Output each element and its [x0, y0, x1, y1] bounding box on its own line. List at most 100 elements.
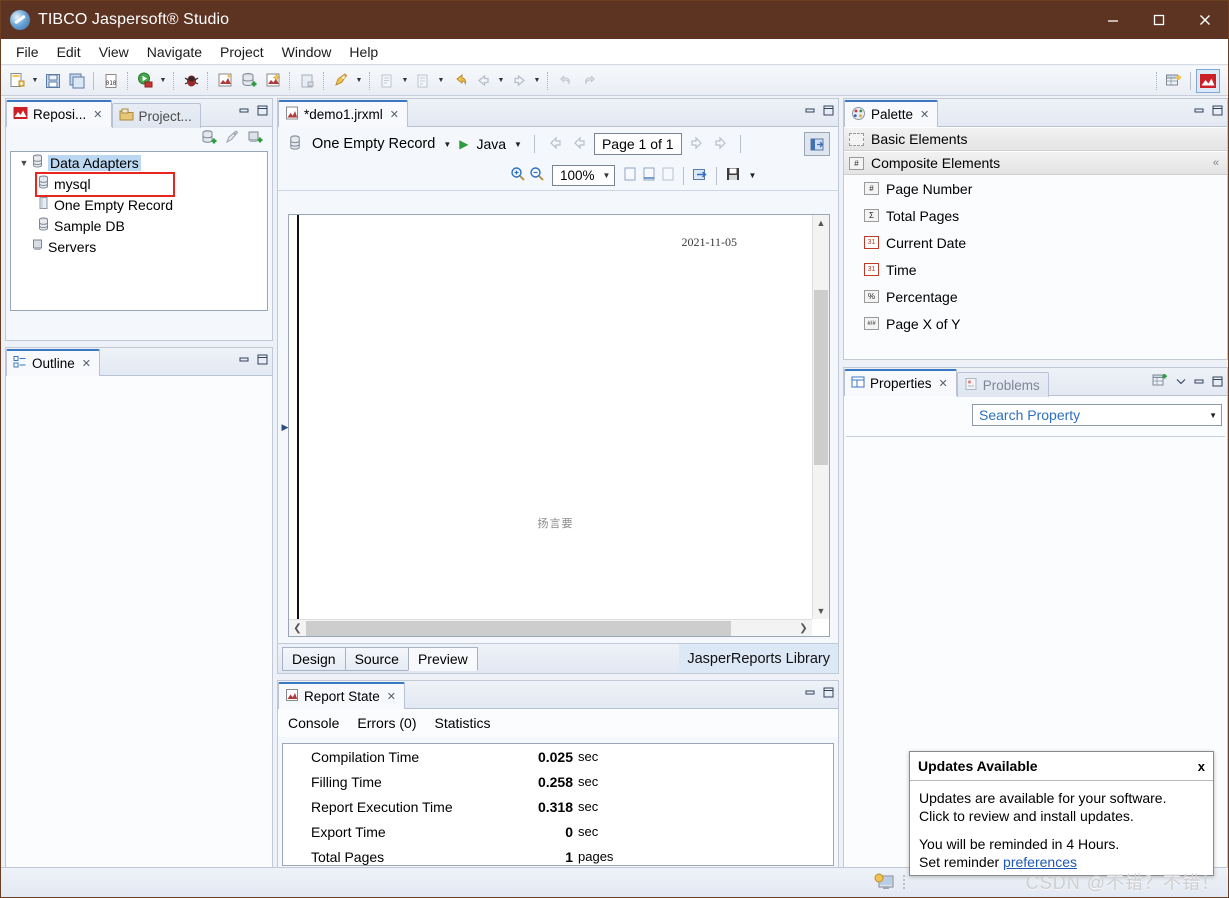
last-page-icon[interactable] [712, 136, 732, 153]
menu-navigate[interactable]: Navigate [138, 41, 211, 63]
maximize-icon[interactable] [257, 104, 268, 119]
tab-source[interactable]: Source [344, 646, 409, 671]
close-button[interactable] [1182, 1, 1228, 39]
connect-icon[interactable] [224, 129, 241, 149]
quick-access-icon[interactable] [330, 70, 352, 92]
menu-view[interactable]: View [90, 41, 138, 63]
next-annotation-dropdown-icon[interactable]: ▼ [435, 70, 447, 92]
new-jrxml-icon[interactable] [262, 70, 284, 92]
tree-node-mysql[interactable]: mysql [11, 173, 267, 194]
minimize-icon[interactable] [239, 353, 250, 368]
close-icon[interactable]: ✕ [93, 108, 102, 121]
minimize-icon[interactable] [1194, 375, 1205, 390]
palette-item-total-pages[interactable]: Σ Total Pages [844, 202, 1227, 229]
close-icon[interactable]: ✕ [920, 108, 929, 121]
blank-doc-icon[interactable] [296, 70, 318, 92]
horizontal-scroll-thumb[interactable] [306, 620, 731, 636]
tab-outline[interactable]: Outline ✕ [6, 349, 100, 376]
maximize-icon[interactable] [1212, 375, 1223, 390]
palette-group-basic-elements[interactable]: Basic Elements [844, 127, 1227, 151]
save-report-icon[interactable] [725, 166, 741, 185]
scroll-up-icon[interactable]: ▲ [813, 215, 829, 231]
tree-node-servers[interactable]: Servers [11, 236, 267, 257]
external-tools-icon[interactable] [376, 70, 398, 92]
run-report-icon[interactable]: ▶ [459, 137, 468, 151]
redo-icon[interactable] [578, 70, 600, 92]
maximize-icon[interactable] [823, 686, 834, 701]
datasource-label[interactable]: One Empty Record [312, 136, 435, 152]
tab-design[interactable]: Design [282, 646, 346, 671]
scroll-left-icon[interactable]: ❮ [289, 623, 306, 634]
actual-size-icon[interactable] [622, 166, 638, 185]
export-report-icon[interactable] [692, 167, 709, 185]
save-icon[interactable] [42, 70, 64, 92]
subtab-statistics[interactable]: Statistics [435, 715, 491, 731]
tab-preview[interactable]: Preview [407, 646, 478, 671]
tree-node-one-empty-record[interactable]: One Empty Record [11, 194, 267, 215]
tab-palette[interactable]: Palette ✕ [844, 100, 939, 127]
vertical-scroll-thumb[interactable] [814, 290, 828, 465]
menu-file[interactable]: File [7, 41, 48, 63]
tree-node-data-adapters[interactable]: ▼ Data Adapters [11, 152, 267, 173]
close-icon[interactable]: x [1198, 759, 1205, 774]
previous-edit-icon[interactable] [448, 70, 470, 92]
palette-item-page-x-of-y[interactable]: #/# Page X of Y [844, 310, 1227, 337]
preferences-link[interactable]: preferences [1003, 854, 1077, 870]
language-dropdown-icon[interactable]: ▼ [510, 140, 526, 149]
minimize-button[interactable] [1090, 1, 1136, 39]
page-indicator[interactable]: Page 1 of 1 [593, 133, 682, 155]
compile-report-icon[interactable] [214, 70, 236, 92]
tab-problems[interactable]: Problems [956, 372, 1049, 397]
subtab-errors[interactable]: Errors (0) [357, 715, 416, 731]
save-all-icon[interactable] [66, 70, 88, 92]
next-annotation-icon[interactable] [412, 70, 434, 92]
fit-page-icon[interactable] [641, 166, 657, 185]
close-icon[interactable]: ✕ [82, 357, 91, 370]
minimize-icon[interactable] [805, 686, 816, 701]
maximize-icon[interactable] [1212, 104, 1223, 119]
minimize-icon[interactable] [239, 104, 250, 119]
zoom-in-icon[interactable] [510, 166, 526, 185]
tab-properties[interactable]: Properties ✕ [844, 369, 957, 396]
new-report-icon[interactable] [6, 70, 28, 92]
maximize-icon[interactable] [823, 104, 834, 119]
scroll-down-icon[interactable]: ▼ [813, 603, 829, 619]
first-page-icon[interactable] [544, 136, 564, 153]
binary-icon[interactable]: 010 [100, 70, 122, 92]
external-tools-dropdown-icon[interactable]: ▼ [399, 70, 411, 92]
tree-node-sample-db[interactable]: Sample DB [11, 215, 267, 236]
close-icon[interactable]: ✕ [939, 377, 948, 390]
view-menu-icon[interactable] [1175, 375, 1187, 390]
collapse-palette-icon[interactable]: « [1213, 157, 1219, 169]
preview-vertical-scrollbar[interactable]: ▲ ▼ [812, 215, 829, 619]
updates-popup-message[interactable]: Updates are available for your software.… [919, 789, 1204, 825]
subtab-console[interactable]: Console [288, 715, 339, 731]
language-label[interactable]: Java [476, 136, 506, 152]
close-icon[interactable]: ✕ [387, 690, 396, 703]
menu-window[interactable]: Window [273, 41, 341, 63]
fit-width-icon[interactable] [660, 166, 676, 185]
save-dropdown-icon[interactable]: ▼ [744, 171, 760, 180]
new-report-dropdown-icon[interactable]: ▼ [29, 70, 41, 92]
datasource-dropdown-icon[interactable]: ▼ [439, 140, 455, 149]
new-server-icon[interactable] [247, 129, 264, 149]
maximize-button[interactable] [1136, 1, 1182, 39]
undo-icon[interactable] [554, 70, 576, 92]
open-external-viewer-icon[interactable] [804, 132, 830, 156]
back-icon[interactable] [472, 70, 494, 92]
zoom-level-select[interactable]: 100% ▼ [552, 165, 616, 186]
chevron-down-icon[interactable]: ▼ [1209, 411, 1217, 420]
repository-tree[interactable]: ▼ Data Adapters mysql One Empty Record S… [10, 151, 268, 311]
jasperreports-perspective-icon[interactable] [1196, 68, 1220, 93]
run-dropdown-icon[interactable]: ▼ [157, 70, 169, 92]
scroll-right-icon[interactable]: ❯ [795, 623, 812, 634]
new-property-icon[interactable] [1152, 373, 1168, 391]
quick-access-dropdown-icon[interactable]: ▼ [353, 70, 365, 92]
menu-edit[interactable]: Edit [48, 41, 90, 63]
run-icon[interactable] [134, 70, 156, 92]
preview-horizontal-scrollbar[interactable]: ❮ ❯ [289, 619, 812, 636]
debug-icon[interactable] [180, 70, 202, 92]
maximize-icon[interactable] [257, 353, 268, 368]
tab-project-explorer[interactable]: Project... [111, 103, 201, 128]
palette-item-page-number[interactable]: # Page Number [844, 175, 1227, 202]
